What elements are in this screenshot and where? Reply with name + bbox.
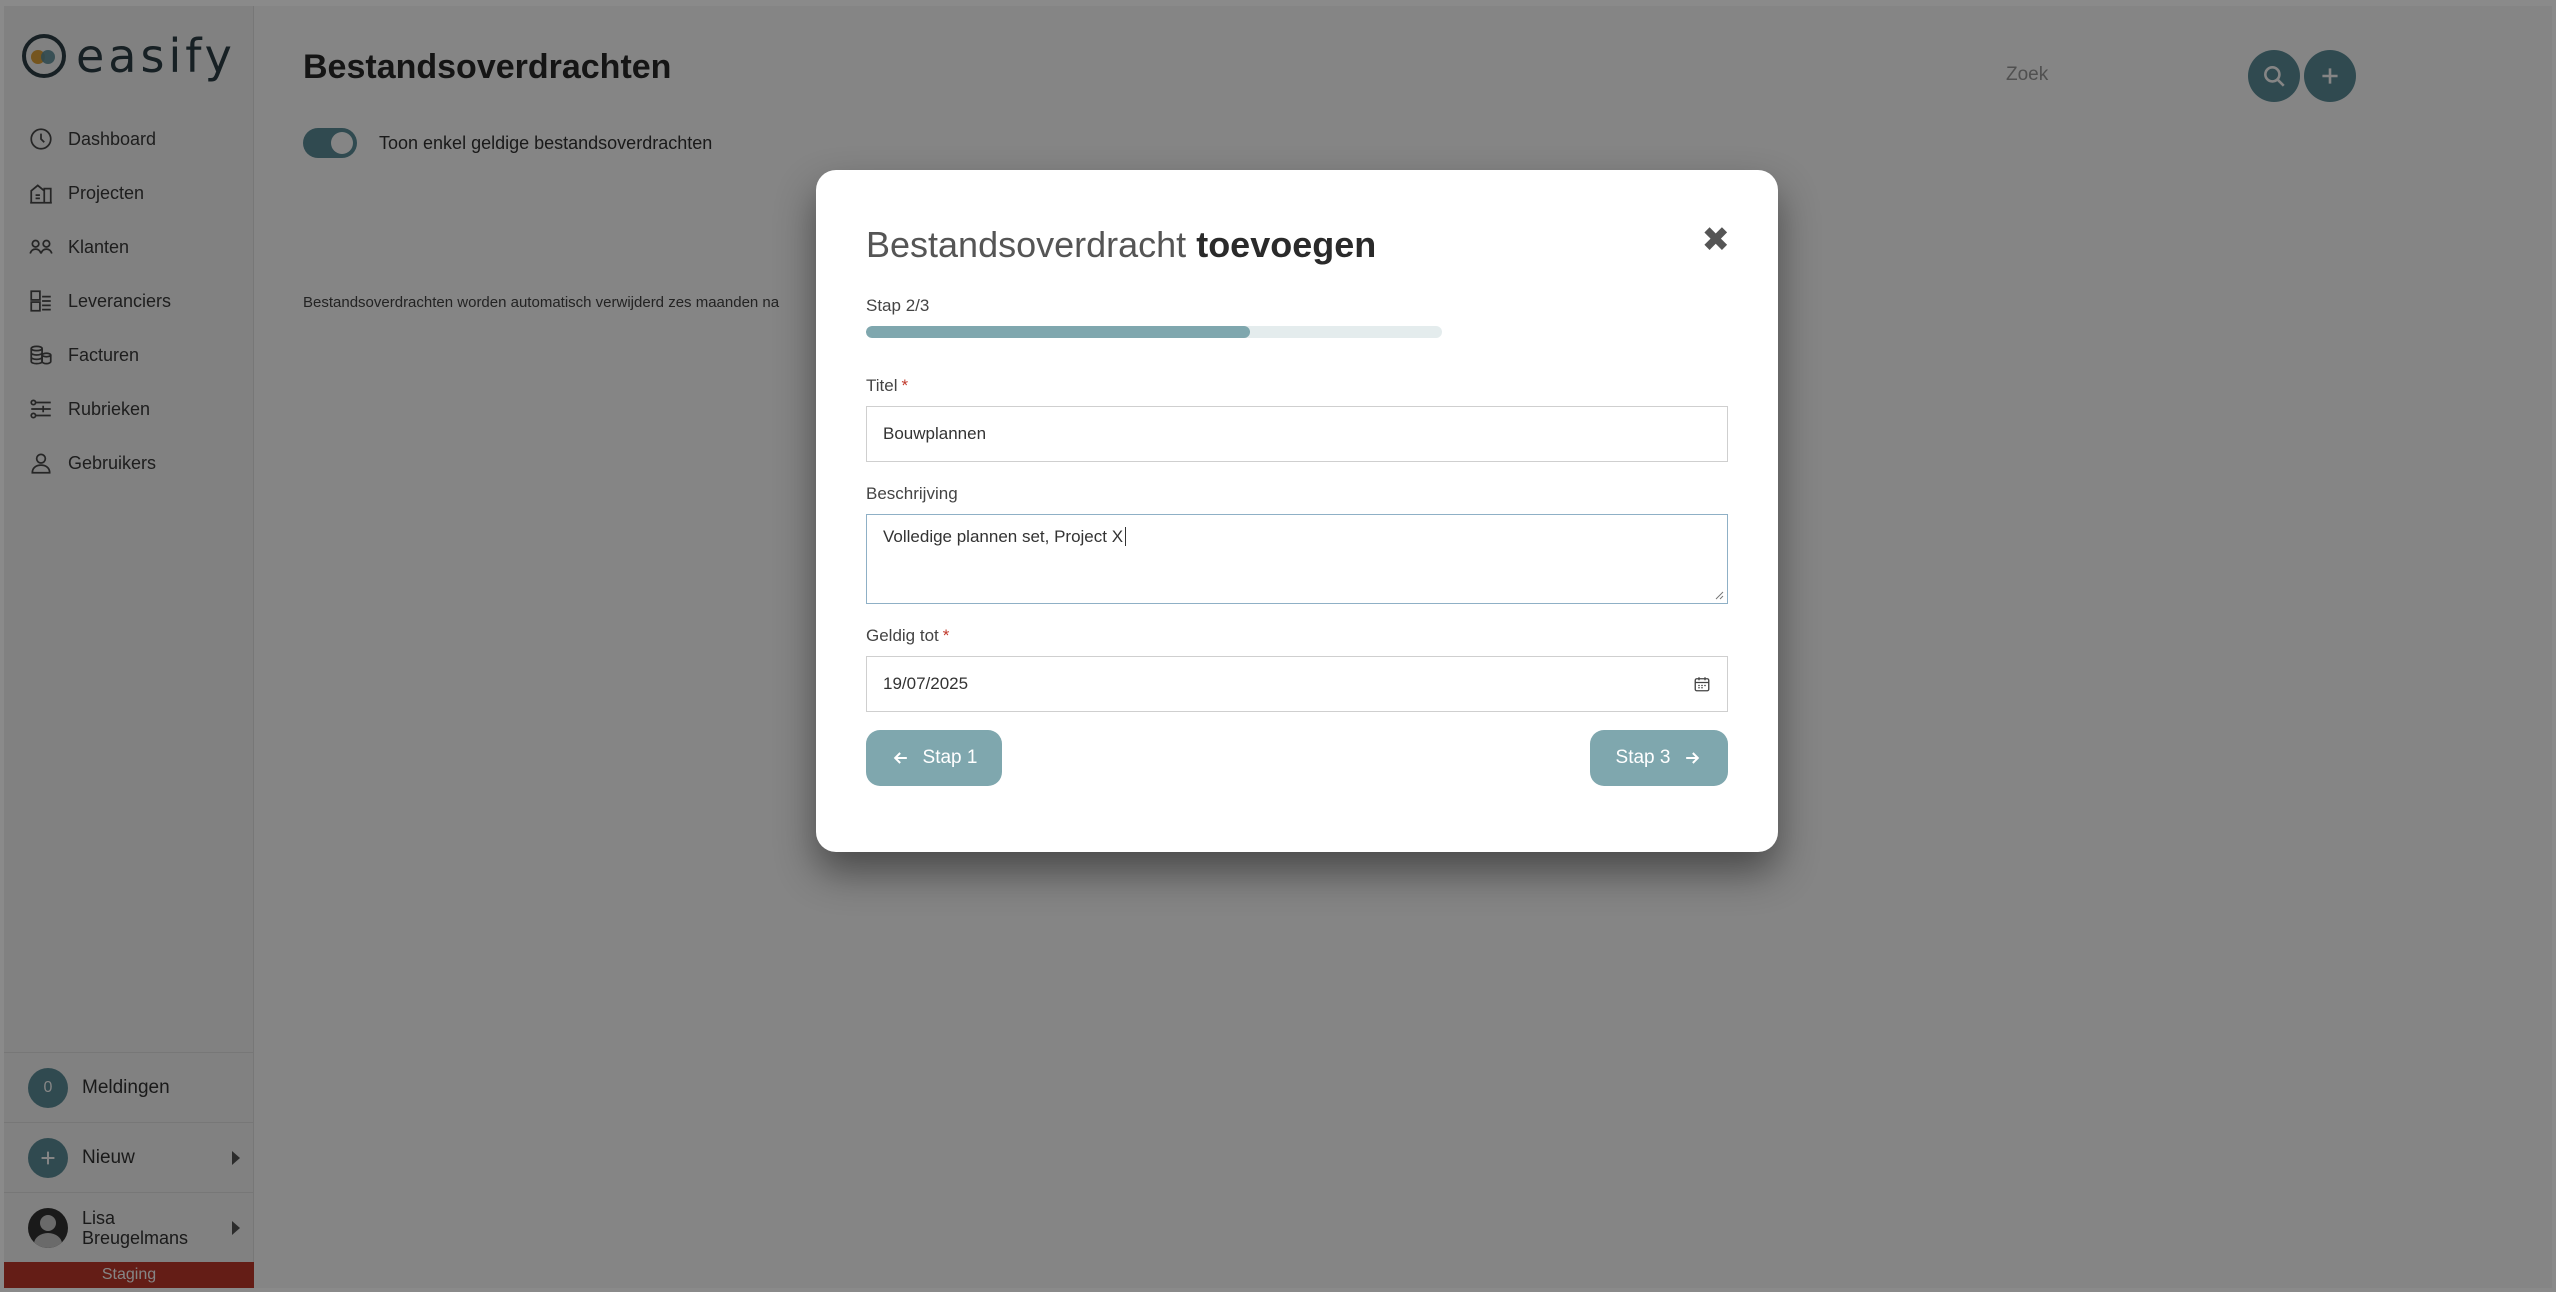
beschrijving-textarea[interactable]: Volledige plannen set, Project X	[866, 514, 1728, 604]
add-transfer-modal: Bestandsoverdracht toevoegen ✖ Stap 2/3 …	[816, 170, 1778, 852]
back-step1-button[interactable]: Stap 1	[866, 730, 1002, 786]
step-progress-fill	[866, 326, 1251, 338]
geldig-tot-value: 19/07/2025	[883, 674, 969, 693]
titel-label: Titel *	[866, 376, 909, 395]
modal-title: Bestandsoverdracht toevoegen	[866, 224, 1376, 266]
calendar-icon[interactable]	[1693, 675, 1711, 693]
step-progress-bar	[866, 326, 1442, 338]
next-button-label: Stap 3	[1615, 747, 1671, 768]
beschrijving-label: Beschrijving	[866, 484, 958, 503]
arrow-right-icon	[1686, 752, 1700, 764]
close-icon[interactable]: ✖	[1702, 222, 1731, 258]
next-step3-button[interactable]: Stap 3	[1590, 730, 1728, 786]
geldig-tot-label: Geldig tot *	[866, 626, 950, 645]
geldig-tot-date-input[interactable]: 19/07/2025	[866, 656, 1728, 712]
modal-title-light: Bestandsoverdracht	[866, 224, 1187, 265]
titel-input[interactable]: Bouwplannen	[866, 406, 1728, 462]
back-button-label: Stap 1	[922, 747, 978, 768]
modal-title-bold: toevoegen	[1196, 224, 1377, 265]
resize-grip-icon[interactable]	[1714, 590, 1724, 600]
beschrijving-value: Volledige plannen set, Project X	[883, 527, 1124, 546]
app-window: easify Dashboard Projecten Klanten Lever…	[4, 6, 2552, 1288]
arrow-left-icon	[893, 752, 907, 764]
step-indicator: Stap 2/3	[866, 296, 930, 315]
